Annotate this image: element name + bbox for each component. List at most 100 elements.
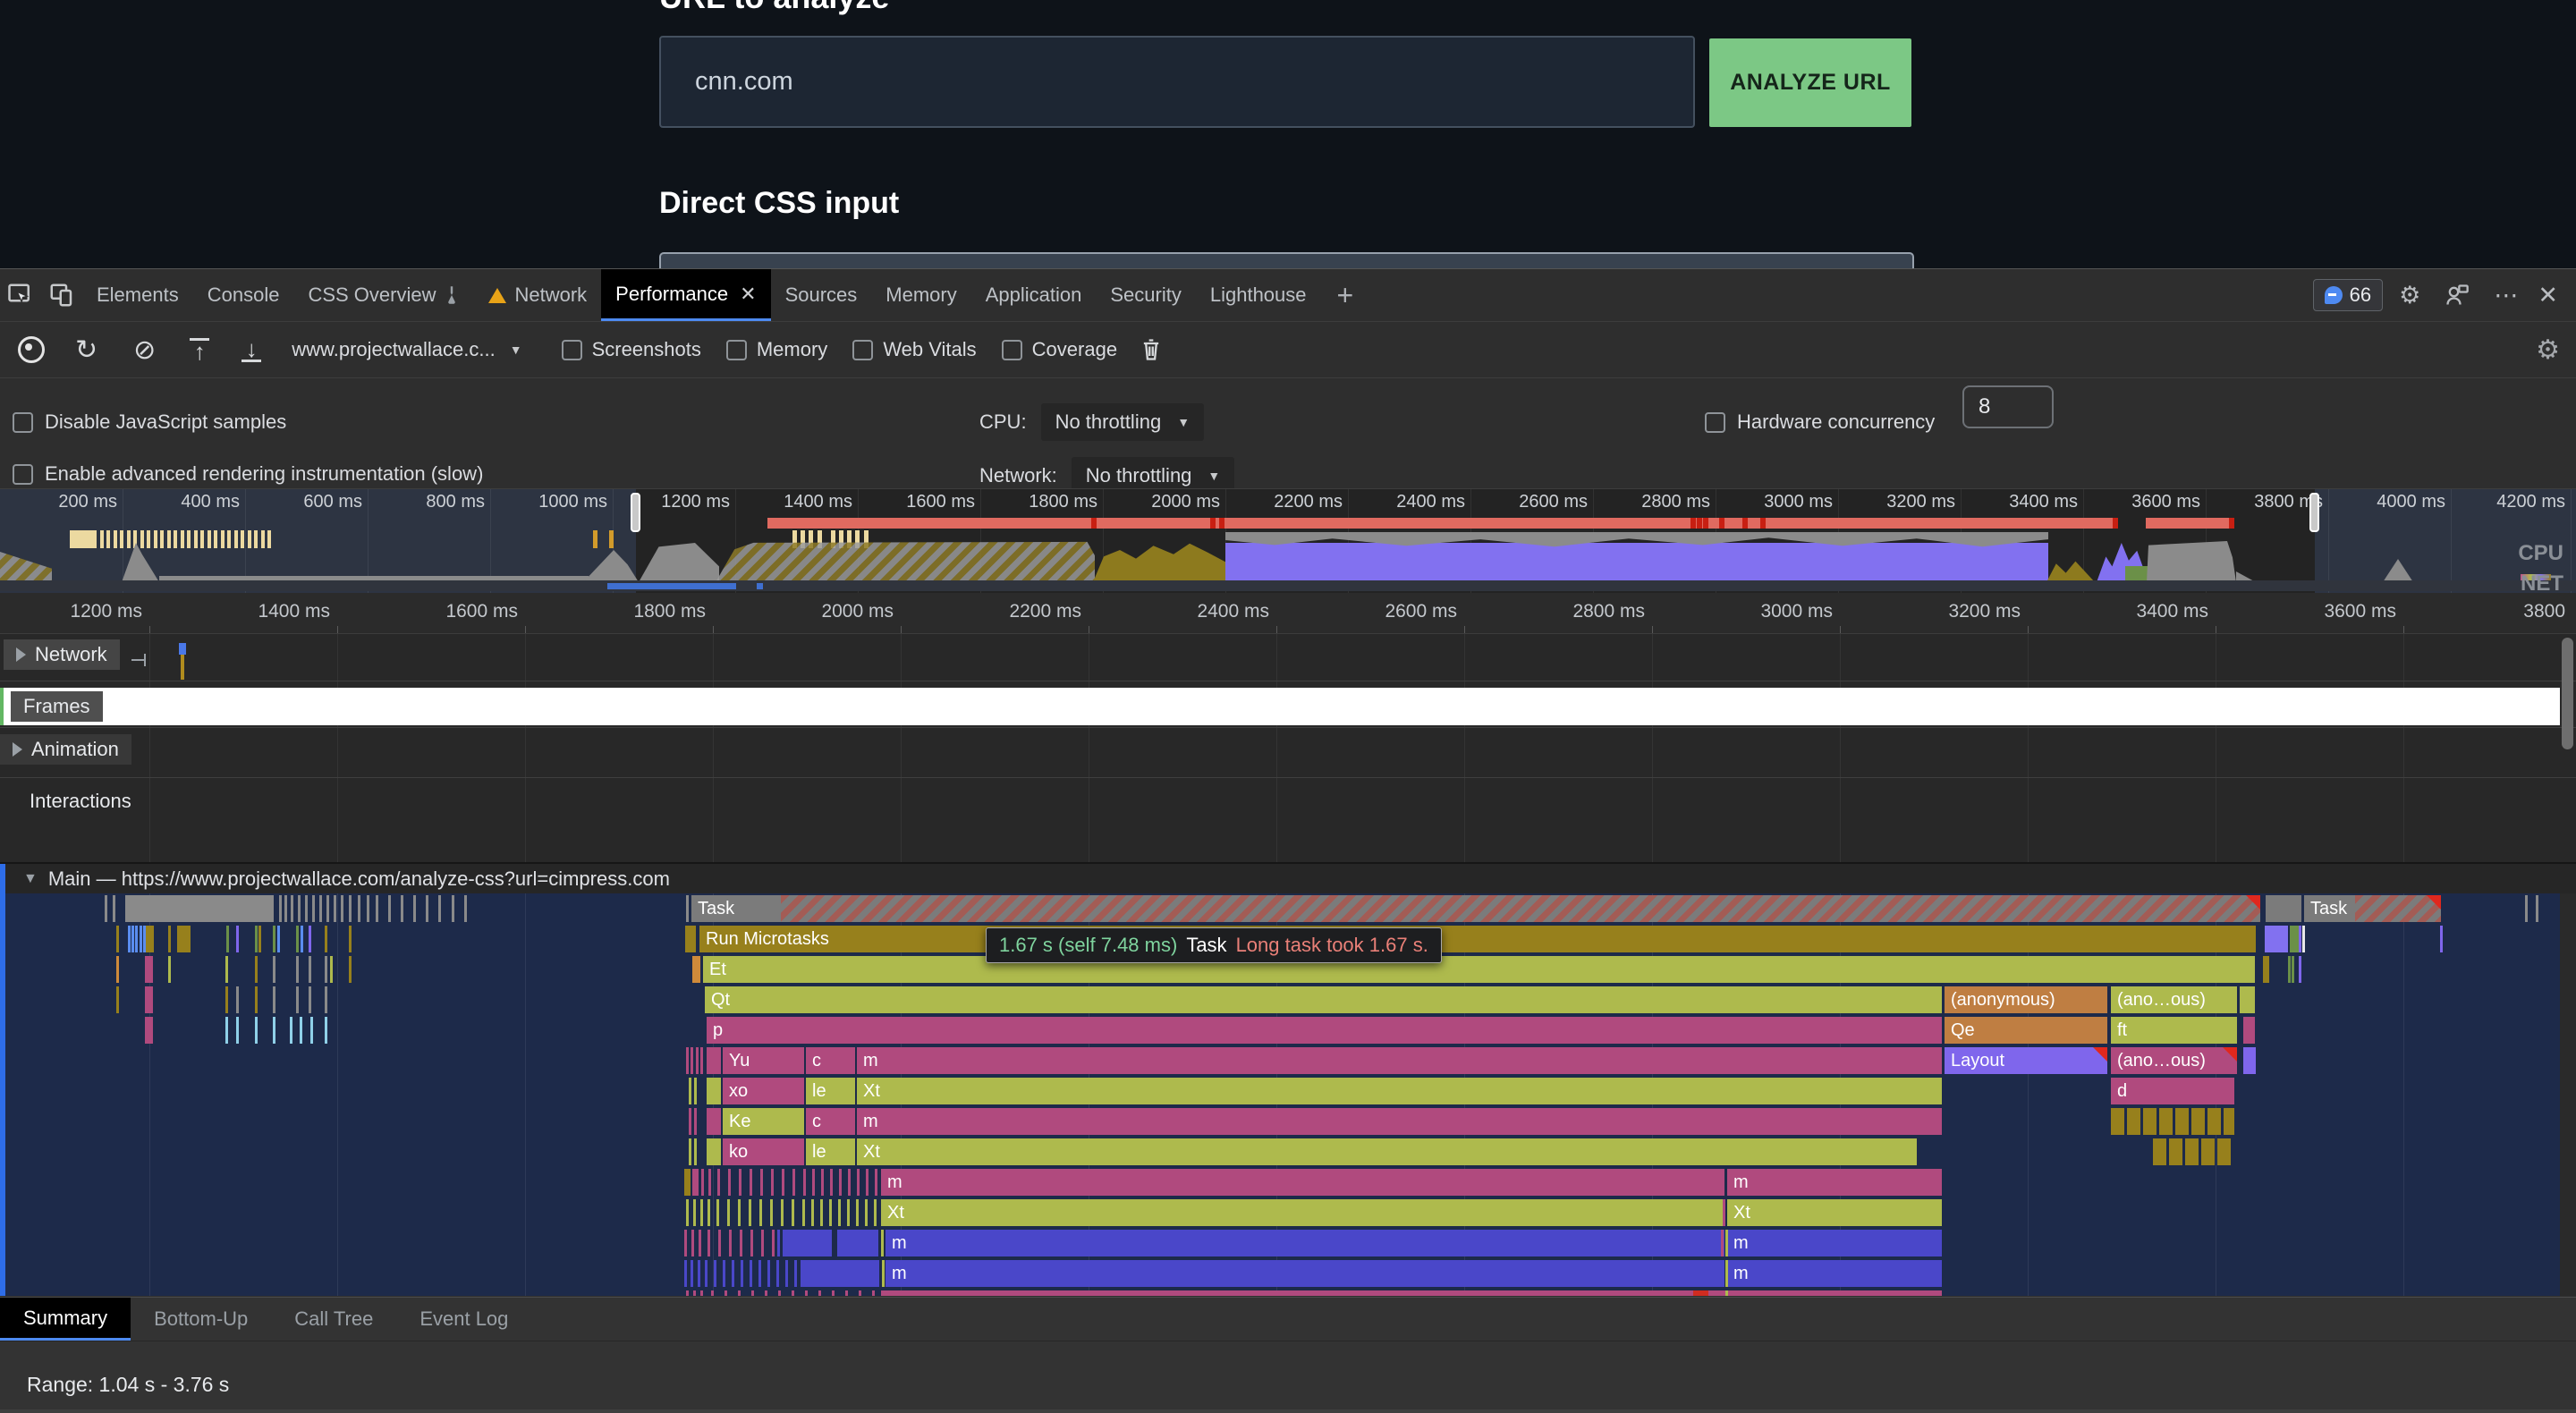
tab-security[interactable]: Security (1096, 269, 1195, 321)
network-request-blue[interactable] (179, 643, 186, 655)
tab-lighthouse[interactable]: Lighthouse (1196, 269, 1321, 321)
flame-event[interactable] (2175, 1108, 2189, 1135)
expand-triangle-icon[interactable] (16, 647, 26, 662)
save-profile-icon[interactable]: ↓ (225, 338, 277, 362)
flame-event-le[interactable]: le (806, 1078, 855, 1104)
flame-event[interactable] (2265, 926, 2288, 952)
flame-event[interactable] (2217, 1138, 2231, 1165)
checkbox[interactable] (852, 340, 873, 360)
flame-event-c[interactable]: c (806, 1108, 855, 1135)
timeline-ruler[interactable]: 1200 ms1400 ms1600 ms1800 ms2000 ms2200 … (0, 593, 2576, 634)
flame-event[interactable] (707, 1078, 721, 1104)
flame-event-layout[interactable]: Layout (1945, 1047, 2107, 1074)
scrollbar-thumb[interactable] (2562, 638, 2573, 749)
flame-event-m[interactable]: m (886, 1230, 1724, 1256)
checkbox[interactable] (726, 340, 747, 360)
flame-event[interactable] (1693, 1290, 1708, 1296)
advanced-rendering-checkbox-group[interactable]: Enable advanced rendering instrumentatio… (13, 462, 483, 486)
frames-strip[interactable] (0, 688, 2560, 725)
new-tab-plus-button[interactable]: + (1321, 279, 1370, 312)
flame-event-qe[interactable]: Qe (1945, 1017, 2107, 1044)
flame-event--ano-ous-[interactable]: (ano…ous) (2111, 986, 2237, 1013)
flame-event[interactable] (685, 926, 696, 952)
track-animation[interactable]: Animation (0, 734, 131, 765)
flame-event-m[interactable]: m (886, 1260, 1724, 1287)
tab-memory[interactable]: Memory (871, 269, 970, 321)
flame-event[interactable] (2159, 1108, 2173, 1135)
flame-event[interactable] (2243, 1047, 2256, 1074)
flame-event[interactable] (145, 1017, 153, 1044)
flame-event-ft[interactable]: ft (2111, 1017, 2237, 1044)
checkbox[interactable] (1002, 340, 1022, 360)
flame-event-xt[interactable]: Xt (881, 1199, 1724, 1226)
flame-event-xo[interactable]: xo (723, 1078, 804, 1104)
toolbar-checkbox-web-vitals[interactable]: Web Vitals (852, 338, 976, 361)
flame-event[interactable] (837, 1230, 878, 1256)
close-devtools-icon[interactable]: ✕ (2534, 282, 2562, 309)
flame-event[interactable] (2185, 1138, 2199, 1165)
selection-handle-right[interactable] (2309, 493, 2319, 532)
reload-and-record-icon[interactable]: ↻ (57, 334, 115, 366)
flame-event[interactable] (2143, 1108, 2157, 1135)
load-profile-icon[interactable]: ↑ (174, 338, 225, 362)
flame-event[interactable] (2266, 895, 2301, 922)
css-textarea-top[interactable] (659, 252, 1914, 268)
toolbar-checkbox-memory[interactable]: Memory (726, 338, 827, 361)
bottom-tab-call-tree[interactable]: Call Tree (271, 1298, 396, 1341)
flame-event-xt[interactable]: Xt (857, 1078, 1942, 1104)
flame-event[interactable] (2191, 1108, 2205, 1135)
flame-event-m[interactable]: m (1727, 1230, 1942, 1256)
flame-event-ko[interactable]: ko (723, 1138, 804, 1165)
tab-application[interactable]: Application (971, 269, 1097, 321)
flame-event-le[interactable]: le (806, 1138, 855, 1165)
tab-console[interactable]: Console (193, 269, 294, 321)
capture-settings-gear-icon[interactable]: ⚙ (2536, 334, 2560, 366)
checkbox[interactable] (13, 464, 33, 485)
hardware-concurrency-input[interactable] (1962, 385, 2054, 428)
flame-event[interactable] (145, 986, 153, 1013)
disable-js-checkbox-group[interactable]: Disable JavaScript samples (13, 410, 286, 434)
issues-badge[interactable]: 66 (2313, 279, 2383, 311)
tab-elements[interactable]: Elements (82, 269, 193, 321)
toolbar-checkbox-coverage[interactable]: Coverage (1002, 338, 1117, 361)
checkbox[interactable] (562, 340, 582, 360)
clear-icon[interactable]: ⊘ (115, 334, 174, 366)
flame-event-qt[interactable]: Qt (705, 986, 1942, 1013)
more-options-icon[interactable]: ⋯ (2490, 282, 2521, 309)
flame-event[interactable] (783, 1230, 832, 1256)
flame-event[interactable] (692, 956, 700, 983)
flame-event[interactable] (2169, 1138, 2182, 1165)
analyze-url-button[interactable]: ANALYZE URL (1709, 38, 1911, 127)
scrollbar-track[interactable] (2560, 893, 2576, 1296)
bottom-tab-event-log[interactable]: Event Log (396, 1298, 531, 1341)
flame-event-ke[interactable]: Ke (723, 1108, 804, 1135)
flame-event-m[interactable]: m (1727, 1260, 1942, 1287)
bottom-tab-summary[interactable]: Summary (0, 1298, 131, 1341)
tab-performance[interactable]: Performance✕ (601, 269, 770, 321)
target-select[interactable]: www.projectwallace.c... ▼ (277, 338, 536, 361)
flame-event[interactable] (692, 1169, 699, 1196)
flame-event-task[interactable]: Task (2304, 895, 2441, 922)
settings-gear-icon[interactable]: ⚙ (2395, 282, 2424, 309)
tab-css-overview[interactable]: CSS Overview (293, 269, 474, 321)
flame-event-m[interactable]: m (1727, 1169, 1942, 1196)
feedback-icon[interactable] (2436, 275, 2478, 316)
flame-event[interactable] (2127, 1108, 2140, 1135)
selection-handle-left[interactable] (631, 493, 640, 532)
bottom-tab-bottom-up[interactable]: Bottom-Up (131, 1298, 271, 1341)
flame-event[interactable] (707, 1047, 721, 1074)
flame-event[interactable] (2263, 956, 2269, 983)
flame-event[interactable] (177, 926, 191, 952)
flame-event[interactable] (2111, 1108, 2124, 1135)
track-frames[interactable]: Frames (11, 691, 103, 722)
flame-event[interactable] (2240, 986, 2255, 1013)
flame-event[interactable] (125, 895, 274, 922)
flame-event[interactable] (2224, 1108, 2234, 1135)
flame-event[interactable] (707, 1138, 721, 1165)
main-thread-header[interactable]: ▼ Main — https://www.projectwallace.com/… (0, 864, 2576, 893)
flame-event[interactable] (146, 926, 154, 952)
flame-event-m[interactable]: m (857, 1047, 1942, 1074)
flame-event-task[interactable]: Task (691, 895, 2260, 922)
flame-event-xt[interactable]: Xt (1727, 1199, 1942, 1226)
collapse-triangle-icon[interactable]: ▼ (23, 871, 38, 887)
